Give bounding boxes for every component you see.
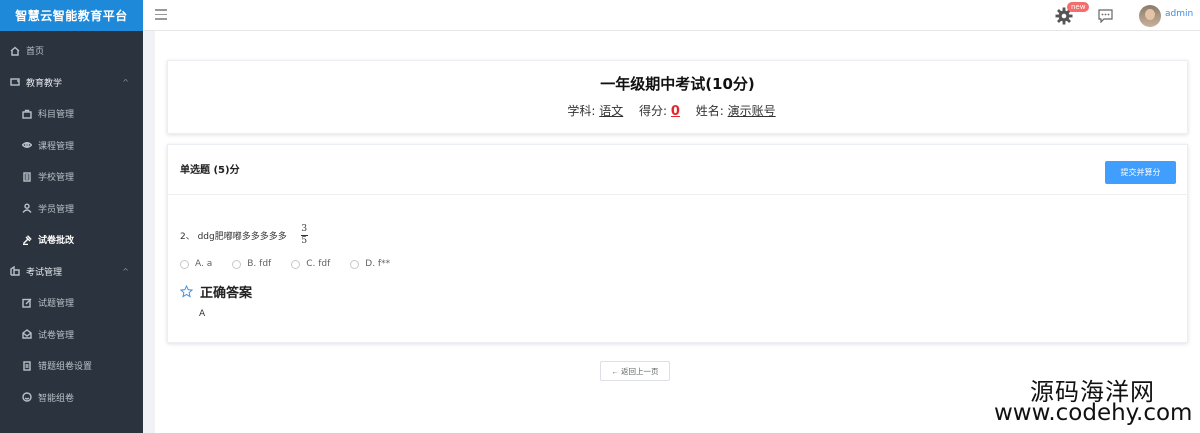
sidebar-item-exams[interactable]: 考试管理 ^ [0,256,143,288]
question-text: 2、 ddg肥嘟嘟多多多多多 3 5 [180,225,308,246]
name-value: 演示账号 [727,104,776,118]
option-label: C. fdf [306,259,331,269]
exam-icon [10,266,20,276]
sidebar-item-label: 科目管理 [38,110,75,121]
sidebar-item-subjects[interactable]: 科目管理 [0,98,143,130]
sidebar-item-grading[interactable]: 试卷批改 [0,224,143,256]
sidebar-item-papers[interactable]: 试卷管理 [0,319,143,351]
option-d[interactable]: D. f** [350,259,390,269]
sidebar-item-label: 首页 [26,47,45,58]
sidebar-item-wrong-questions[interactable]: 错题组卷设置 [0,350,143,382]
teaching-icon [10,77,20,87]
exam-title: 一年级期中考试(10分) [600,75,755,93]
correct-answer-title: 正确答案 [200,286,253,301]
edit-icon [22,298,32,308]
radio-button[interactable] [232,259,242,269]
school-icon [22,172,32,182]
gavel-icon [22,235,32,245]
briefcase-icon [22,109,32,119]
question-stem: 2、 ddg肥嘟嘟多多多多多 [180,232,287,242]
correct-answer-heading: 正确答案 [180,282,252,301]
username-link[interactable]: admin [1165,9,1193,19]
submit-score-button[interactable]: 提交并算分 [1105,161,1176,184]
subject-value: 语文 [599,104,624,118]
sidebar-item-label: 试题管理 [38,299,75,310]
sidebar-item-label: 教育教学 [26,78,63,89]
option-label: B. fdf [247,259,272,269]
smile-icon [22,392,32,402]
sidebar-item-label: 试卷管理 [38,330,75,341]
option-b[interactable]: B. fdf [232,259,271,269]
sidebar-item-label: 考试管理 [26,267,63,278]
home-icon [10,46,20,56]
subject-label: 学科: [567,104,596,118]
mail-icon [22,329,32,339]
sidebar-item-label: 学员管理 [38,204,75,215]
sidebar-item-label: 课程管理 [38,141,75,152]
sidebar-item-questions[interactable]: 试题管理 [0,287,143,319]
exam-header-card: 一年级期中考试(10分) 学科: 语文 得分: 0 姓名: 演示账号 [167,60,1188,134]
fraction-denominator: 5 [301,236,308,246]
radio-button[interactable] [291,259,301,269]
sidebar-item-label: 学校管理 [38,173,75,184]
option-c[interactable]: C. fdf [291,259,330,269]
hamburger-menu-icon[interactable] [155,9,167,21]
sidebar-item-label: 智能组卷 [38,393,75,404]
section-title: 单选题 (5)分 [180,165,240,176]
top-bar: new admin [143,0,1200,31]
sidebar-item-label: 试卷批改 [38,236,75,247]
fraction-numerator: 3 [301,224,308,234]
sidebar: 智慧云智能教育平台 首页 教育教学 ^ 科目管理 课程管理 学校管理 学员管理 … [0,0,143,433]
sidebar-item-teaching[interactable]: 教育教学 ^ [0,67,143,99]
watermark-url: www.codehy.com [994,400,1193,426]
sidebar-item-schools[interactable]: 学校管理 [0,161,143,193]
fraction: 3 5 [300,224,308,246]
answer-options: A. a B. fdf C. fdf D. f** [180,259,410,269]
radio-button[interactable] [350,259,360,269]
back-button[interactable]: ← 返回上一页 [600,361,670,381]
message-icon[interactable] [1098,9,1113,23]
chevron-up-icon: ^ [122,266,129,276]
name-label: 姓名: [695,104,724,118]
sidebar-item-label: 错题组卷设置 [38,362,93,373]
divider [168,194,1187,195]
doc-icon [22,361,32,371]
question-card: 单选题 (5)分 提交并算分 2、 ddg肥嘟嘟多多多多多 3 5 A. a B… [167,144,1188,343]
avatar[interactable] [1139,5,1161,27]
user-icon [22,203,32,214]
sidebar-item-courses[interactable]: 课程管理 [0,130,143,162]
chevron-up-icon: ^ [122,77,129,87]
score-value: 0 [670,104,680,119]
option-a[interactable]: A. a [180,259,212,269]
option-label: D. f** [365,259,391,269]
star-icon [180,285,193,298]
radio-button[interactable] [180,259,189,269]
correct-answer-value: A [199,309,206,319]
sidebar-item-smart-paper[interactable]: 智能组卷 [0,382,143,414]
brand-title[interactable]: 智慧云智能教育平台 [0,0,143,31]
option-label: A. a [195,259,213,269]
sidebar-item-home[interactable]: 首页 [0,35,143,67]
eye-icon [22,140,32,150]
score-label: 得分: [639,104,668,118]
sidebar-item-students[interactable]: 学员管理 [0,193,143,225]
exam-meta: 学科: 语文 得分: 0 姓名: 演示账号 [168,102,1187,119]
notification-badge: new [1067,2,1090,12]
